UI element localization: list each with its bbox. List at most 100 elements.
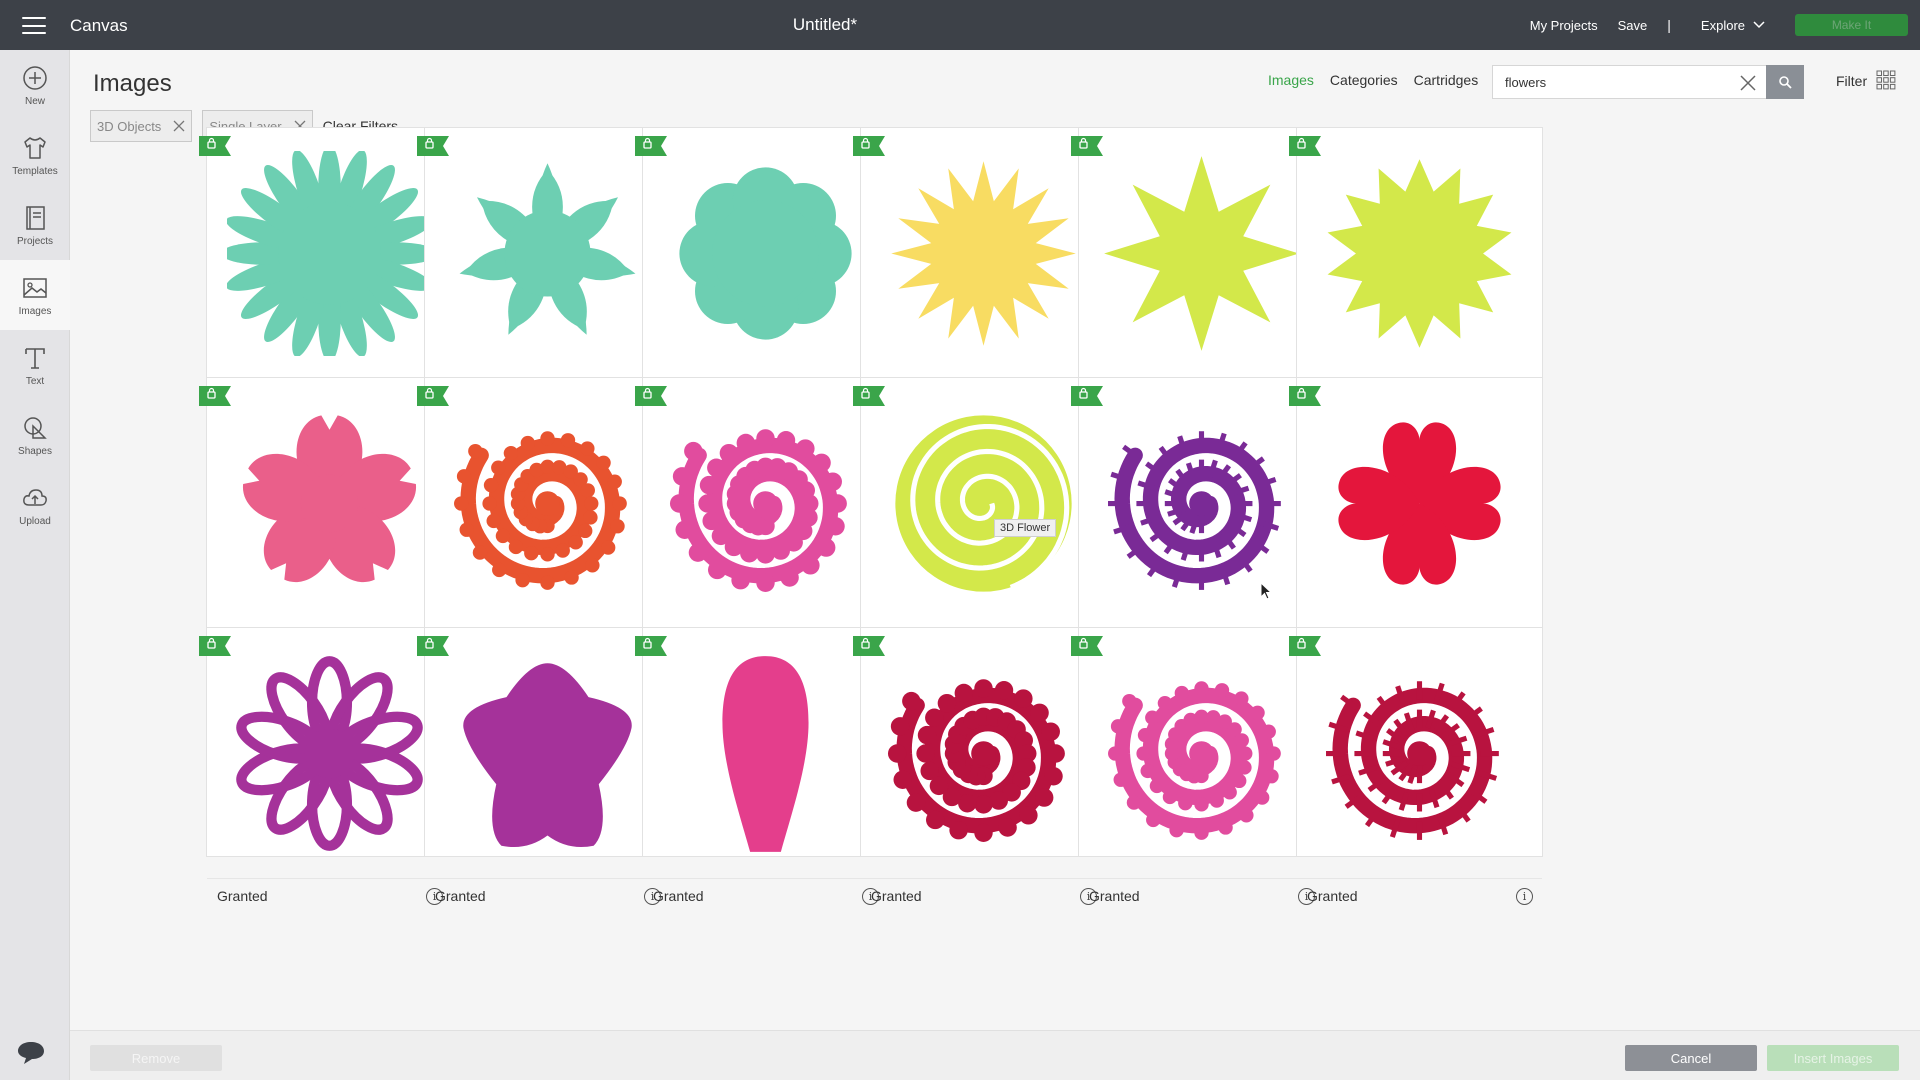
- sidebar-item-upload[interactable]: Upload: [0, 470, 70, 540]
- sidebar-item-label: Shapes: [18, 445, 52, 457]
- filter-chip-3d-objects[interactable]: 3D Objects: [90, 110, 193, 142]
- flower-image: [243, 414, 416, 582]
- subscription-flag-icon: [199, 636, 231, 656]
- image-icon: [23, 277, 47, 298]
- subscription-flag-icon: [1071, 386, 1103, 406]
- image-card[interactable]: Granted i: [635, 127, 889, 414]
- image-status: Granted: [217, 888, 268, 904]
- image-tooltip: 3D Flower: [994, 519, 1057, 537]
- sidebar-item-text[interactable]: Text: [0, 330, 70, 400]
- image-card[interactable]: Granted i: [417, 377, 671, 664]
- sidebar-item-label: Upload: [19, 515, 51, 527]
- image-thumbnail[interactable]: [643, 128, 888, 378]
- image-card[interactable]: Granted i: [1289, 627, 1543, 905]
- subscription-flag-icon: [853, 386, 885, 406]
- search-button[interactable]: [1766, 65, 1804, 99]
- flower-image: [895, 414, 1072, 592]
- subscription-flag-icon: [1289, 136, 1321, 156]
- image-card[interactable]: Granted i: [1071, 377, 1325, 664]
- flower-image: [236, 655, 423, 851]
- image-card[interactable]: Granted i: [853, 127, 1107, 414]
- flower-image: [1108, 680, 1281, 840]
- subscription-flag-icon: [853, 636, 885, 656]
- tab-images[interactable]: Images: [1268, 72, 1314, 88]
- explore-label: Explore: [1700, 17, 1745, 33]
- sidebar-item-new[interactable]: New: [0, 50, 70, 120]
- image-status: Granted: [435, 888, 486, 904]
- image-card[interactable]: Granted i: [199, 377, 453, 664]
- sidebar-item-projects[interactable]: Projects: [0, 190, 70, 260]
- cancel-button[interactable]: Cancel: [1625, 1045, 1757, 1071]
- flower-image: [722, 655, 809, 852]
- tab-categories[interactable]: Categories: [1330, 72, 1398, 88]
- image-thumbnail[interactable]: [1079, 128, 1324, 378]
- grid-view-icon[interactable]: [1876, 70, 1896, 90]
- image-thumbnail[interactable]: [861, 128, 1106, 378]
- close-icon[interactable]: [173, 120, 185, 132]
- top-bar: Canvas Untitled* My Projects Save | Expl…: [0, 0, 1920, 50]
- image-card[interactable]: Granted i: [1071, 127, 1325, 414]
- save-link[interactable]: Save: [1618, 18, 1648, 33]
- image-thumbnail[interactable]: [643, 628, 888, 878]
- image-thumbnail[interactable]: [861, 628, 1106, 878]
- sidebar-item-shapes[interactable]: Shapes: [0, 400, 70, 470]
- image-card[interactable]: Granted i: [635, 627, 889, 905]
- subscription-flag-icon: [417, 136, 449, 156]
- image-card[interactable]: Granted i: [1289, 127, 1543, 414]
- image-card[interactable]: Granted i: [417, 627, 671, 905]
- image-thumbnail[interactable]: [207, 628, 452, 878]
- image-card[interactable]: Granted i: [199, 627, 453, 905]
- sidebar-item-templates[interactable]: Templates: [0, 120, 70, 190]
- image-thumbnail[interactable]: [425, 628, 670, 878]
- my-projects-link[interactable]: My Projects: [1530, 18, 1598, 33]
- image-thumbnail[interactable]: [425, 128, 670, 378]
- image-thumbnail[interactable]: [1079, 378, 1324, 628]
- info-icon[interactable]: i: [1516, 887, 1533, 905]
- sidebar-item-images[interactable]: Images: [0, 260, 70, 330]
- subscription-flag-icon: [635, 386, 667, 406]
- image-thumbnail[interactable]: [1297, 128, 1542, 378]
- flower-image: [1338, 421, 1501, 585]
- image-card[interactable]: 3D Flower Granted i: [853, 377, 1107, 664]
- chat-bubble-icon[interactable]: [16, 1040, 46, 1066]
- flower-image: [1326, 680, 1499, 840]
- image-card[interactable]: Purchased i: [635, 377, 889, 664]
- image-thumbnail[interactable]: [207, 378, 452, 628]
- image-card-footer: Granted i: [861, 878, 1106, 913]
- image-card[interactable]: Granted i: [417, 127, 671, 414]
- subscription-flag-icon: [417, 386, 449, 406]
- mouse-cursor-icon: [1260, 582, 1272, 600]
- bottom-action-bar: Remove Cancel Insert Images: [70, 1030, 1920, 1080]
- image-thumbnail[interactable]: [1079, 628, 1324, 878]
- image-card[interactable]: Granted i: [853, 627, 1107, 905]
- subscription-flag-icon: [417, 636, 449, 656]
- chevron-down-icon: [1753, 21, 1765, 29]
- filter-button[interactable]: Filter: [1836, 73, 1867, 89]
- subscription-flag-icon: [635, 136, 667, 156]
- image-thumbnail[interactable]: [861, 378, 1106, 628]
- flower-image: [1327, 158, 1512, 348]
- tshirt-icon: [24, 136, 46, 159]
- image-thumbnail[interactable]: [1297, 628, 1542, 878]
- image-thumbnail[interactable]: [425, 378, 670, 628]
- image-card[interactable]: Granted i: [199, 127, 453, 414]
- explore-dropdown[interactable]: Explore: [1701, 18, 1765, 33]
- image-thumbnail[interactable]: [207, 128, 452, 378]
- image-card[interactable]: Granted i: [1071, 627, 1325, 905]
- subscription-flag-icon: [1071, 136, 1103, 156]
- close-icon[interactable]: [1739, 74, 1757, 92]
- image-status: Granted: [653, 888, 704, 904]
- image-card[interactable]: Granted i: [1289, 377, 1543, 664]
- image-thumbnail[interactable]: [1297, 378, 1542, 628]
- plus-circle-icon: [23, 65, 47, 90]
- insert-images-button: Insert Images: [1767, 1045, 1899, 1071]
- tab-cartridges[interactable]: Cartridges: [1414, 72, 1479, 88]
- image-thumbnail[interactable]: [643, 378, 888, 628]
- flower-image: [891, 160, 1076, 346]
- image-card-footer: Granted i: [207, 878, 452, 913]
- chip-label: 3D Objects: [97, 118, 162, 134]
- flower-image: [1108, 430, 1281, 590]
- search-input[interactable]: [1493, 66, 1733, 98]
- flower-image: [679, 166, 852, 340]
- sidebar-item-label: New: [24, 95, 45, 107]
